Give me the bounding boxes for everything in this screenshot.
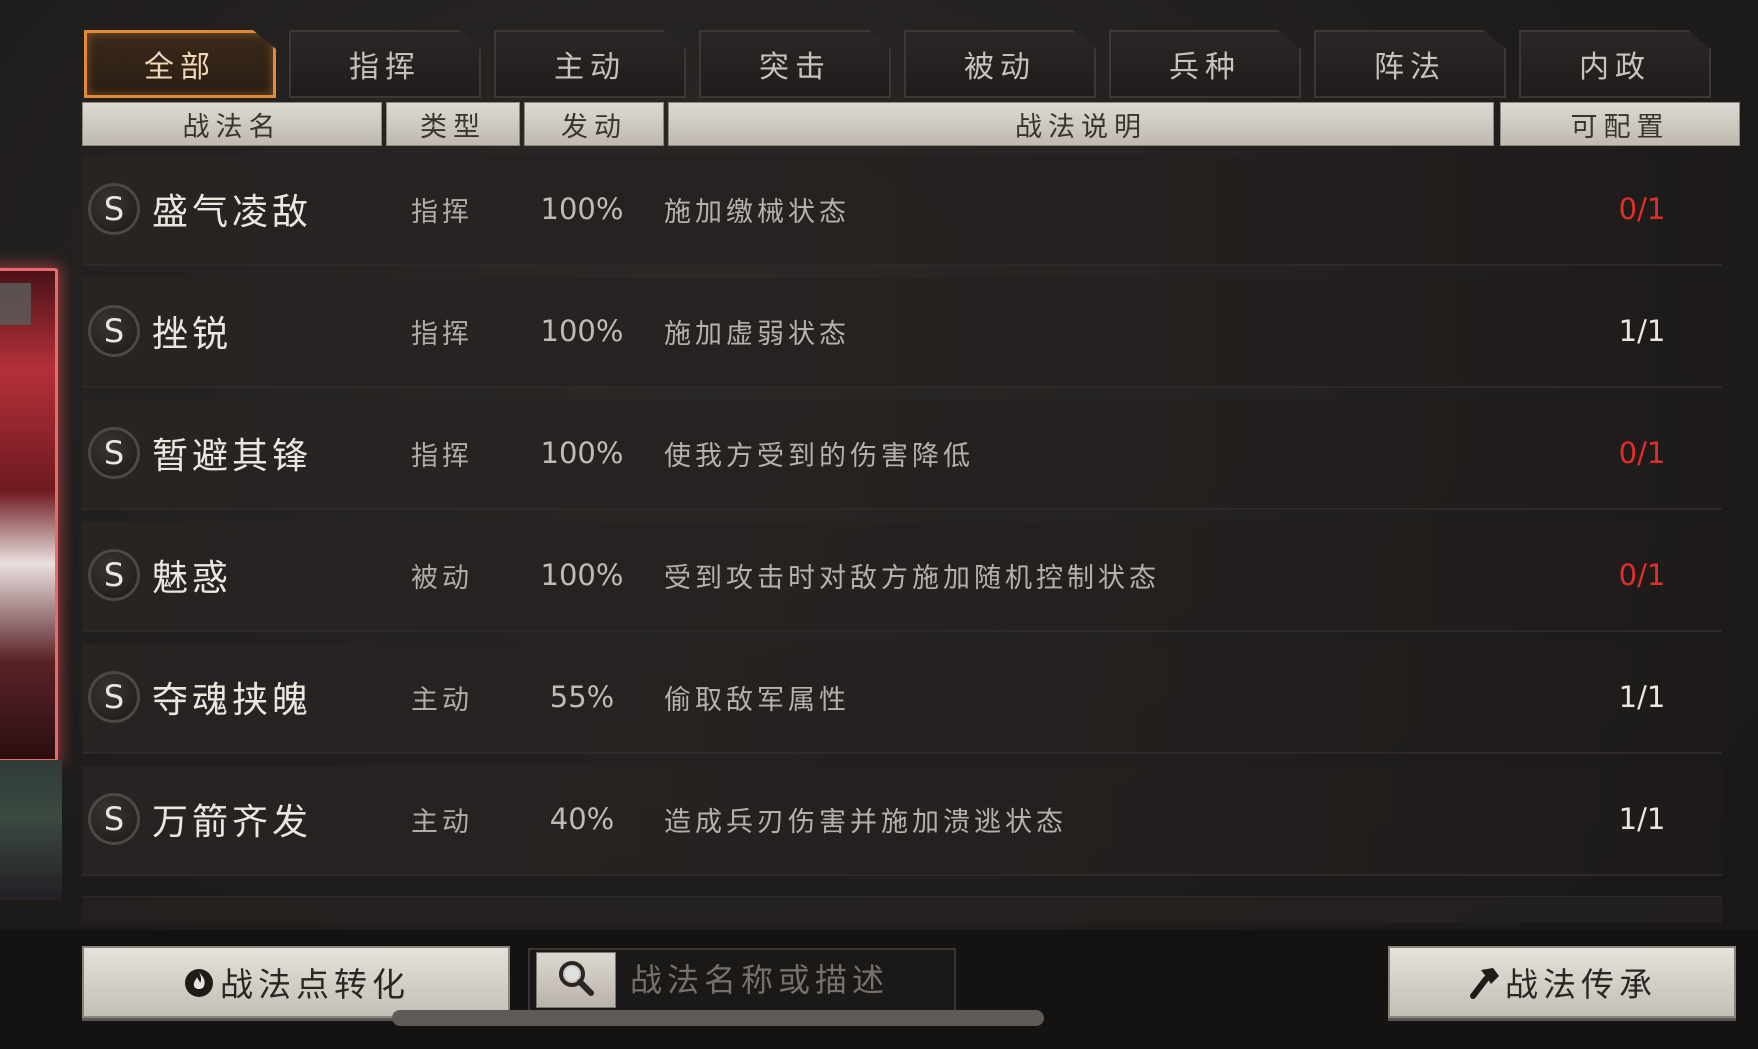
convert-points-button[interactable]: 战法点转化: [82, 946, 510, 1018]
skill-inherit-label: 战法传承: [1505, 965, 1657, 1004]
skill-name: 夺魂挟魄: [152, 680, 313, 721]
tab-troop[interactable]: 兵种: [1109, 30, 1301, 98]
flame-icon: [182, 965, 216, 999]
grade-badge: S: [88, 427, 140, 479]
skill-desc: 施加缴械状态: [664, 196, 850, 228]
skill-type: 主动: [411, 684, 473, 716]
grade-badge: S: [88, 183, 140, 235]
skill-desc: 使我方受到的伤害降低: [664, 440, 974, 472]
tab-assault[interactable]: 突击: [699, 30, 891, 98]
card-tag: [0, 283, 31, 325]
skill-type: 指挥: [411, 440, 473, 472]
grade-badge: S: [88, 549, 140, 601]
skill-config: 1/1: [1618, 680, 1666, 714]
skill-name: 挫锐: [152, 314, 233, 355]
grade-badge: S: [88, 305, 140, 357]
skill-config: 1/1: [1618, 802, 1666, 836]
skill-rate: 100%: [540, 558, 624, 592]
header-rate[interactable]: 发动: [524, 102, 664, 146]
skill-desc: 施加虚弱状态: [664, 318, 850, 350]
skill-config: 1/1: [1618, 314, 1666, 348]
table-row[interactable]: S 魅惑 被动 100% 受到攻击时对敌方施加随机控制状态 0/1: [82, 522, 1722, 632]
character-card[interactable]: [0, 268, 58, 762]
home-indicator: [392, 1010, 1044, 1026]
tab-internal[interactable]: 内政: [1519, 30, 1711, 98]
skill-rate: 100%: [540, 314, 624, 348]
search-input[interactable]: [628, 954, 952, 1006]
header-name[interactable]: 战法名: [82, 102, 382, 146]
skill-inherit-button[interactable]: 战法传承: [1388, 946, 1736, 1018]
skill-config: 0/1: [1618, 192, 1666, 226]
tab-command[interactable]: 指挥: [289, 30, 481, 98]
skill-config: 0/1: [1618, 436, 1666, 470]
table-row[interactable]: S 盛气凌敌 指挥 100% 施加缴械状态 0/1: [82, 156, 1722, 266]
skill-type: 主动: [411, 806, 473, 838]
hammer-icon: [1467, 964, 1501, 1000]
tab-formation[interactable]: 阵法: [1314, 30, 1506, 98]
tab-passive[interactable]: 被动: [904, 30, 1096, 98]
skill-type: 指挥: [411, 318, 473, 350]
skill-name: 暂避其锋: [152, 436, 313, 477]
header-desc: 战法说明: [668, 102, 1494, 146]
skill-config: 0/1: [1618, 558, 1666, 592]
header-config[interactable]: 可配置: [1500, 102, 1740, 146]
grade-badge: S: [88, 793, 140, 845]
skill-rate: 55%: [549, 680, 615, 714]
skill-name: 魅惑: [152, 558, 233, 599]
skill-rate: 100%: [540, 436, 624, 470]
skill-type: 指挥: [411, 196, 473, 228]
skill-rate: 100%: [540, 192, 624, 226]
table-row[interactable]: S 万箭齐发 主动 40% 造成兵刃伤害并施加溃逃状态 1/1: [82, 766, 1722, 876]
skill-desc: 造成兵刃伤害并施加溃逃状态: [664, 806, 1067, 838]
table-row[interactable]: S 夺魂挟魄 主动 55% 偷取敌军属性 1/1: [82, 644, 1722, 754]
skill-name: 盛气凌敌: [152, 192, 313, 233]
table-row[interactable]: S 挫锐 指挥 100% 施加虚弱状态 1/1: [82, 278, 1722, 388]
table-row[interactable]: S 暂避其锋 指挥 100% 使我方受到的伤害降低 0/1: [82, 400, 1722, 510]
skill-list-screen: 全部 指挥 主动 突击 被动 兵种 阵法 内政 战法名 类型 发动 战法说明 可…: [0, 0, 1758, 1049]
skill-rate: 40%: [549, 802, 615, 836]
character-art: [0, 760, 62, 900]
search-button[interactable]: [536, 952, 616, 1008]
tab-all[interactable]: 全部: [84, 30, 276, 98]
table-row-partial[interactable]: [82, 896, 1722, 923]
skill-name: 万箭齐发: [152, 802, 313, 843]
skill-desc: 受到攻击时对敌方施加随机控制状态: [664, 562, 1160, 594]
header-type[interactable]: 类型: [386, 102, 520, 146]
magnifier-icon: [555, 957, 597, 1003]
convert-points-label: 战法点转化: [220, 965, 410, 1004]
tab-active[interactable]: 主动: [494, 30, 686, 98]
skill-type: 被动: [411, 562, 473, 594]
skill-desc: 偷取敌军属性: [664, 684, 850, 716]
search-box: [528, 948, 956, 1012]
grade-badge: S: [88, 671, 140, 723]
